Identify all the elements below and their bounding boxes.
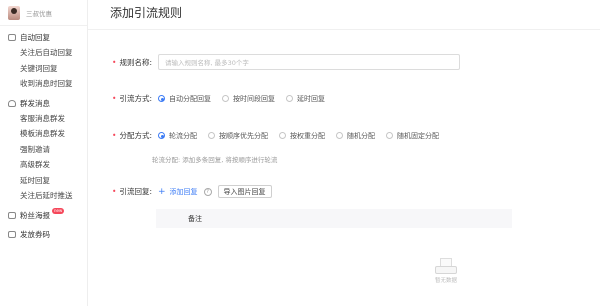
nav-group-label: 发放券码 — [20, 229, 50, 239]
nav-group-auto-reply[interactable]: 自动回复 — [0, 30, 87, 45]
assign-method-row: • 分配方式: 轮流分配 按顺序优先分配 按权重分配 随机分配 随机固定分配 — [88, 130, 450, 141]
required-mark: • — [112, 187, 117, 196]
avatar[interactable] — [8, 5, 20, 20]
required-mark: • — [112, 94, 117, 103]
radio-dot — [222, 95, 229, 102]
new-badge: new — [52, 208, 65, 214]
radio-dot — [208, 132, 215, 139]
nav-group-label: 群发消息 — [20, 98, 50, 108]
radio-round-robin[interactable]: 轮流分配 — [158, 131, 197, 141]
nav-group-mass-message[interactable]: 群发消息 — [0, 96, 87, 111]
empty-text: 暂无数据 — [434, 278, 457, 284]
radio-dot — [279, 132, 286, 139]
sidebar-item-template-mass[interactable]: 模板消息群发 — [0, 126, 87, 142]
sidebar-item-delay-push[interactable]: 关注后延时推送 — [0, 188, 87, 204]
person-icon — [8, 99, 16, 107]
radio-dot — [286, 95, 293, 102]
drain-method-row: • 引流方式: 自动分配回复 按时间段回复 延时回复 — [88, 93, 336, 104]
drain-method-label: • 引流方式: — [112, 94, 152, 103]
drain-reply-row: • 引流回复: + 添加回复 ? 导入图片回复 — [88, 185, 272, 198]
import-image-reply-button[interactable]: 导入图片回复 — [217, 185, 272, 198]
rule-name-input[interactable]: 请输入规则名称, 最多30个字 — [158, 54, 460, 70]
poster-icon — [8, 211, 16, 219]
rule-name-row: • 规则名称: 请输入规则名称, 最多30个字 — [88, 54, 460, 70]
radio-by-time[interactable]: 按时间段回复 — [222, 94, 275, 104]
radio-dot — [386, 132, 393, 139]
nav-group-label: 粉丝海报 — [20, 210, 50, 220]
add-reply-button[interactable]: + 添加回复 — [158, 187, 198, 197]
sidebar-item-force-invite[interactable]: 强制邀请 — [0, 142, 87, 158]
radio-dot — [158, 95, 165, 102]
radio-random-fixed[interactable]: 随机固定分配 — [386, 131, 439, 141]
radio-order-priority[interactable]: 按顺序优先分配 — [208, 131, 268, 141]
nav-group-fan-poster[interactable]: 粉丝海报 new — [0, 208, 87, 223]
sidebar-item-message-reply[interactable]: 收到消息时回复 — [0, 76, 87, 92]
radio-auto-assign[interactable]: 自动分配回复 — [158, 94, 211, 104]
nav-group-coupon[interactable]: 发放券码 — [0, 227, 87, 242]
sidebar-item-follow-reply[interactable]: 关注后自动回复 — [0, 45, 87, 61]
radio-random[interactable]: 随机分配 — [336, 131, 375, 141]
sidebar-item-advanced-mass[interactable]: 高级群发 — [0, 157, 87, 173]
brand-name: 三叔优惠 — [26, 9, 52, 18]
chat-icon — [8, 34, 16, 41]
radio-delay[interactable]: 延时回复 — [286, 94, 325, 104]
radio-by-weight[interactable]: 按权重分配 — [279, 131, 325, 141]
radio-dot — [336, 132, 343, 139]
empty-state: 暂无数据 — [428, 257, 464, 284]
sidebar-item-delay-reply[interactable]: 延时回复 — [0, 173, 87, 189]
page-title: 添加引流规则 — [88, 0, 600, 30]
coupon-icon — [8, 230, 16, 238]
sidebar-item-keyword-reply[interactable]: 关键词回复 — [0, 61, 87, 77]
assign-method-label: • 分配方式: — [112, 131, 152, 140]
radio-dot — [158, 132, 165, 139]
rule-name-label: • 规则名称: — [112, 57, 152, 67]
sidebar-item-cs-mass[interactable]: 客服消息群发 — [0, 111, 87, 127]
empty-box-icon — [435, 257, 457, 274]
required-mark: • — [112, 131, 117, 140]
nav-group-label: 自动回复 — [20, 33, 50, 42]
assign-hint: 轮流分配: 添加多条回复, 将按顺序进行轮流 — [152, 156, 278, 164]
table-header: 备注 — [156, 209, 512, 228]
required-mark: • — [112, 57, 117, 67]
help-icon[interactable]: ? — [203, 187, 212, 196]
drain-reply-label: • 引流回复: — [112, 187, 152, 196]
brand: 三叔优惠 — [0, 0, 87, 26]
plus-icon: + — [158, 186, 166, 197]
column-remark: 备注 — [188, 214, 202, 223]
main-panel: 添加引流规则 • 规则名称: 请输入规则名称, 最多30个字 • 引流方式: 自动分… — [88, 0, 600, 306]
sidebar: 三叔优惠 自动回复 关注后自动回复 关键词回复 收到消息时回复 群发消息 客服消… — [0, 0, 88, 306]
